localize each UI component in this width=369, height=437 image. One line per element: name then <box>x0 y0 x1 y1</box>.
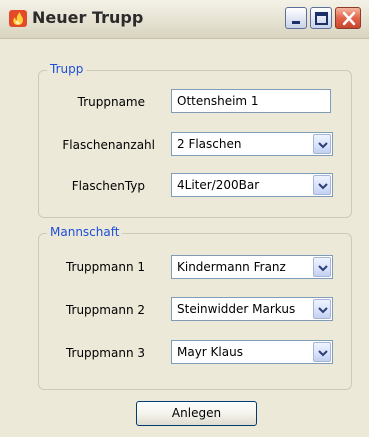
maximize-button[interactable] <box>310 7 332 29</box>
minimize-icon <box>292 21 300 24</box>
minimize-button[interactable] <box>285 7 307 29</box>
dropdown-button[interactable] <box>313 175 331 195</box>
flame-app-icon <box>8 8 28 28</box>
flaschenanzahl-label: Flaschenanzahl <box>62 138 155 152</box>
truppmann-1-value: Kindermann Franz <box>177 260 286 274</box>
maximize-icon <box>315 12 328 25</box>
dropdown-button[interactable] <box>313 257 331 277</box>
window-title: Neuer Trupp <box>32 8 144 27</box>
close-icon <box>342 11 356 26</box>
flaschentyp-label: FlaschenTyp <box>71 179 145 193</box>
truppmann-2-label: Truppmann 2 <box>65 303 145 317</box>
flaschenanzahl-select[interactable]: 2 Flaschen <box>171 132 333 156</box>
chevron-down-icon <box>318 183 328 190</box>
close-button[interactable] <box>335 7 361 29</box>
mannschaft-legend: Mannschaft <box>47 225 123 239</box>
truppname-label: Truppname <box>77 95 145 109</box>
truppmann-1-select[interactable]: Kindermann Franz <box>171 255 333 279</box>
truppmann-1-label: Truppmann 1 <box>65 260 145 274</box>
dropdown-button[interactable] <box>313 342 331 362</box>
flaschenanzahl-value: 2 Flaschen <box>177 137 242 151</box>
truppname-input[interactable]: Ottensheim 1 <box>171 89 331 113</box>
truppmann-2-value: Steinwidder Markus <box>177 302 296 316</box>
truppmann-3-select[interactable]: Mayr Klaus <box>171 340 333 364</box>
chevron-down-icon <box>318 265 328 272</box>
chevron-down-icon <box>318 307 328 314</box>
truppmann-3-value: Mayr Klaus <box>177 345 243 359</box>
chevron-down-icon <box>318 350 328 357</box>
title-bar[interactable]: Neuer Trupp <box>0 0 369 39</box>
create-button[interactable]: Anlegen <box>136 401 257 426</box>
flaschentyp-value: 4Liter/200Bar <box>177 178 260 192</box>
dropdown-button[interactable] <box>313 299 331 319</box>
dialog-window: Neuer Trupp Trupp Truppname Ottensheim 1… <box>0 0 369 437</box>
truppmann-2-select[interactable]: Steinwidder Markus <box>171 297 333 321</box>
chevron-down-icon <box>318 142 328 149</box>
truppmann-3-label: Truppmann 3 <box>65 346 145 360</box>
trupp-legend: Trupp <box>47 62 87 76</box>
flaschentyp-select[interactable]: 4Liter/200Bar <box>171 173 333 197</box>
dropdown-button[interactable] <box>313 134 331 154</box>
